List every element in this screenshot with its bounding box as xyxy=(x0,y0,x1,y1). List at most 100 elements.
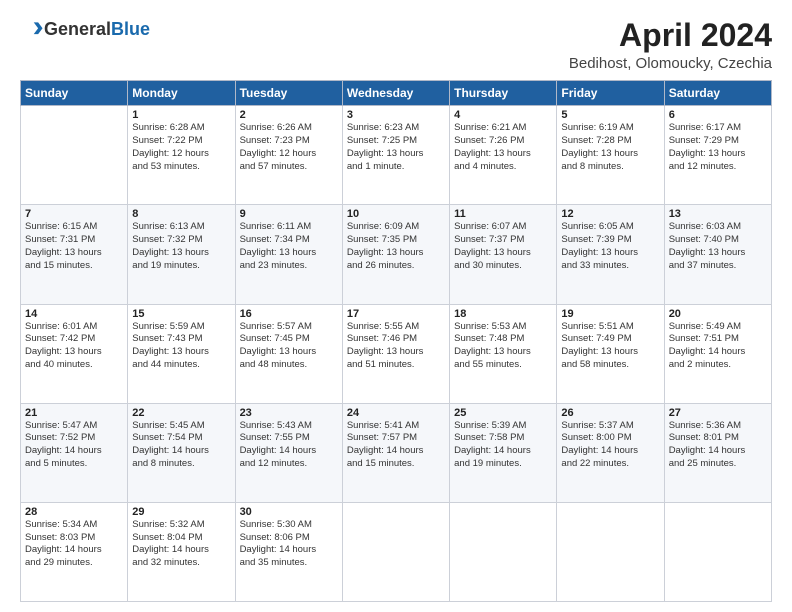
day-number: 2 xyxy=(240,109,338,121)
day-number: 25 xyxy=(454,407,552,419)
day-info: Sunrise: 5:53 AM Sunset: 7:48 PM Dayligh… xyxy=(454,321,552,372)
calendar-cell: 15Sunrise: 5:59 AM Sunset: 7:43 PM Dayli… xyxy=(128,304,235,403)
calendar-cell: 4Sunrise: 6:21 AM Sunset: 7:26 PM Daylig… xyxy=(450,106,557,205)
calendar-cell: 28Sunrise: 5:34 AM Sunset: 8:03 PM Dayli… xyxy=(21,502,128,601)
calendar-cell xyxy=(342,502,449,601)
day-number: 29 xyxy=(132,506,230,518)
day-header-thursday: Thursday xyxy=(450,81,557,106)
calendar-cell: 17Sunrise: 5:55 AM Sunset: 7:46 PM Dayli… xyxy=(342,304,449,403)
calendar-cell: 2Sunrise: 6:26 AM Sunset: 7:23 PM Daylig… xyxy=(235,106,342,205)
day-number: 26 xyxy=(561,407,659,419)
calendar-cell: 6Sunrise: 6:17 AM Sunset: 7:29 PM Daylig… xyxy=(664,106,771,205)
day-info: Sunrise: 6:07 AM Sunset: 7:37 PM Dayligh… xyxy=(454,221,552,272)
calendar-cell: 5Sunrise: 6:19 AM Sunset: 7:28 PM Daylig… xyxy=(557,106,664,205)
day-number: 4 xyxy=(454,109,552,121)
calendar-cell: 13Sunrise: 6:03 AM Sunset: 7:40 PM Dayli… xyxy=(664,205,771,304)
day-info: Sunrise: 5:49 AM Sunset: 7:51 PM Dayligh… xyxy=(669,321,767,372)
day-number: 12 xyxy=(561,208,659,220)
day-info: Sunrise: 6:17 AM Sunset: 7:29 PM Dayligh… xyxy=(669,122,767,173)
day-info: Sunrise: 5:39 AM Sunset: 7:58 PM Dayligh… xyxy=(454,420,552,471)
calendar-cell: 18Sunrise: 5:53 AM Sunset: 7:48 PM Dayli… xyxy=(450,304,557,403)
header: GeneralBlue April 2024 Bedihost, Olomouc… xyxy=(20,18,772,72)
day-info: Sunrise: 5:45 AM Sunset: 7:54 PM Dayligh… xyxy=(132,420,230,471)
calendar-cell: 21Sunrise: 5:47 AM Sunset: 7:52 PM Dayli… xyxy=(21,403,128,502)
logo-icon xyxy=(22,18,44,40)
calendar-cell: 20Sunrise: 5:49 AM Sunset: 7:51 PM Dayli… xyxy=(664,304,771,403)
day-info: Sunrise: 5:37 AM Sunset: 8:00 PM Dayligh… xyxy=(561,420,659,471)
day-header-sunday: Sunday xyxy=(21,81,128,106)
day-info: Sunrise: 5:41 AM Sunset: 7:57 PM Dayligh… xyxy=(347,420,445,471)
calendar-cell: 24Sunrise: 5:41 AM Sunset: 7:57 PM Dayli… xyxy=(342,403,449,502)
day-info: Sunrise: 6:01 AM Sunset: 7:42 PM Dayligh… xyxy=(25,321,123,372)
calendar-cell: 23Sunrise: 5:43 AM Sunset: 7:55 PM Dayli… xyxy=(235,403,342,502)
day-number: 28 xyxy=(25,506,123,518)
calendar-cell: 8Sunrise: 6:13 AM Sunset: 7:32 PM Daylig… xyxy=(128,205,235,304)
day-number: 19 xyxy=(561,308,659,320)
day-number: 8 xyxy=(132,208,230,220)
day-number: 14 xyxy=(25,308,123,320)
day-header-friday: Friday xyxy=(557,81,664,106)
calendar-cell: 11Sunrise: 6:07 AM Sunset: 7:37 PM Dayli… xyxy=(450,205,557,304)
calendar-week-3: 14Sunrise: 6:01 AM Sunset: 7:42 PM Dayli… xyxy=(21,304,772,403)
day-number: 7 xyxy=(25,208,123,220)
day-info: Sunrise: 5:47 AM Sunset: 7:52 PM Dayligh… xyxy=(25,420,123,471)
day-number: 10 xyxy=(347,208,445,220)
calendar-cell: 19Sunrise: 5:51 AM Sunset: 7:49 PM Dayli… xyxy=(557,304,664,403)
day-info: Sunrise: 6:26 AM Sunset: 7:23 PM Dayligh… xyxy=(240,122,338,173)
calendar-week-1: 1Sunrise: 6:28 AM Sunset: 7:22 PM Daylig… xyxy=(21,106,772,205)
day-number: 17 xyxy=(347,308,445,320)
day-info: Sunrise: 6:21 AM Sunset: 7:26 PM Dayligh… xyxy=(454,122,552,173)
calendar-cell: 9Sunrise: 6:11 AM Sunset: 7:34 PM Daylig… xyxy=(235,205,342,304)
day-info: Sunrise: 6:15 AM Sunset: 7:31 PM Dayligh… xyxy=(25,221,123,272)
calendar-cell: 29Sunrise: 5:32 AM Sunset: 8:04 PM Dayli… xyxy=(128,502,235,601)
calendar-cell: 16Sunrise: 5:57 AM Sunset: 7:45 PM Dayli… xyxy=(235,304,342,403)
calendar-cell: 26Sunrise: 5:37 AM Sunset: 8:00 PM Dayli… xyxy=(557,403,664,502)
day-number: 20 xyxy=(669,308,767,320)
day-number: 22 xyxy=(132,407,230,419)
day-info: Sunrise: 5:51 AM Sunset: 7:49 PM Dayligh… xyxy=(561,321,659,372)
day-number: 13 xyxy=(669,208,767,220)
calendar-body: 1Sunrise: 6:28 AM Sunset: 7:22 PM Daylig… xyxy=(21,106,772,602)
calendar-cell xyxy=(21,106,128,205)
day-header-monday: Monday xyxy=(128,81,235,106)
day-number: 24 xyxy=(347,407,445,419)
page: GeneralBlue April 2024 Bedihost, Olomouc… xyxy=(0,0,792,612)
calendar-cell: 10Sunrise: 6:09 AM Sunset: 7:35 PM Dayli… xyxy=(342,205,449,304)
day-number: 23 xyxy=(240,407,338,419)
calendar-cell xyxy=(664,502,771,601)
calendar-cell: 27Sunrise: 5:36 AM Sunset: 8:01 PM Dayli… xyxy=(664,403,771,502)
day-number: 15 xyxy=(132,308,230,320)
calendar: SundayMondayTuesdayWednesdayThursdayFrid… xyxy=(20,80,772,602)
calendar-cell xyxy=(450,502,557,601)
logo: GeneralBlue xyxy=(20,18,150,40)
day-info: Sunrise: 6:03 AM Sunset: 7:40 PM Dayligh… xyxy=(669,221,767,272)
day-info: Sunrise: 5:57 AM Sunset: 7:45 PM Dayligh… xyxy=(240,321,338,372)
month-title: April 2024 xyxy=(569,18,772,53)
calendar-week-2: 7Sunrise: 6:15 AM Sunset: 7:31 PM Daylig… xyxy=(21,205,772,304)
day-number: 11 xyxy=(454,208,552,220)
day-info: Sunrise: 5:32 AM Sunset: 8:04 PM Dayligh… xyxy=(132,519,230,570)
day-number: 1 xyxy=(132,109,230,121)
day-info: Sunrise: 5:43 AM Sunset: 7:55 PM Dayligh… xyxy=(240,420,338,471)
day-info: Sunrise: 6:28 AM Sunset: 7:22 PM Dayligh… xyxy=(132,122,230,173)
day-info: Sunrise: 6:19 AM Sunset: 7:28 PM Dayligh… xyxy=(561,122,659,173)
day-header-wednesday: Wednesday xyxy=(342,81,449,106)
calendar-cell: 3Sunrise: 6:23 AM Sunset: 7:25 PM Daylig… xyxy=(342,106,449,205)
day-header-saturday: Saturday xyxy=(664,81,771,106)
calendar-week-4: 21Sunrise: 5:47 AM Sunset: 7:52 PM Dayli… xyxy=(21,403,772,502)
day-number: 18 xyxy=(454,308,552,320)
day-number: 21 xyxy=(25,407,123,419)
calendar-cell: 30Sunrise: 5:30 AM Sunset: 8:06 PM Dayli… xyxy=(235,502,342,601)
day-number: 6 xyxy=(669,109,767,121)
day-info: Sunrise: 5:36 AM Sunset: 8:01 PM Dayligh… xyxy=(669,420,767,471)
day-info: Sunrise: 6:13 AM Sunset: 7:32 PM Dayligh… xyxy=(132,221,230,272)
logo-blue-text: Blue xyxy=(111,19,150,40)
day-info: Sunrise: 5:30 AM Sunset: 8:06 PM Dayligh… xyxy=(240,519,338,570)
day-info: Sunrise: 6:23 AM Sunset: 7:25 PM Dayligh… xyxy=(347,122,445,173)
calendar-cell: 14Sunrise: 6:01 AM Sunset: 7:42 PM Dayli… xyxy=(21,304,128,403)
title-block: April 2024 Bedihost, Olomoucky, Czechia xyxy=(569,18,772,72)
calendar-week-5: 28Sunrise: 5:34 AM Sunset: 8:03 PM Dayli… xyxy=(21,502,772,601)
day-info: Sunrise: 5:55 AM Sunset: 7:46 PM Dayligh… xyxy=(347,321,445,372)
calendar-cell: 25Sunrise: 5:39 AM Sunset: 7:58 PM Dayli… xyxy=(450,403,557,502)
logo-general-text: General xyxy=(44,19,111,40)
